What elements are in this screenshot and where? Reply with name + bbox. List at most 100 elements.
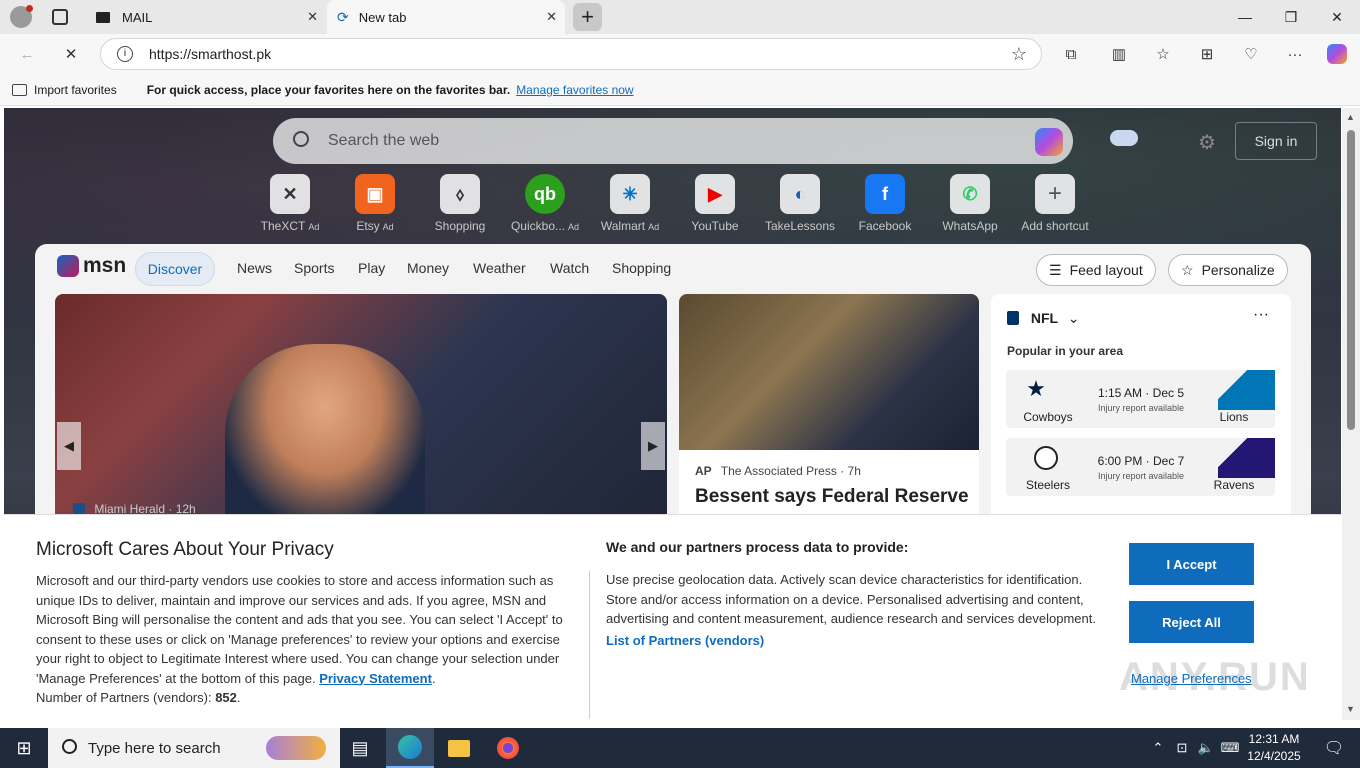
favorites-icon[interactable]: ☆ — [1148, 40, 1178, 68]
shortcut-quickbooks[interactable]: qb Quickbo... Ad — [503, 174, 587, 233]
scroll-thumb[interactable] — [1347, 130, 1355, 430]
ravens-logo-icon — [1218, 438, 1275, 478]
sign-in-button[interactable]: Sign in — [1235, 122, 1317, 160]
show-hidden-icons-icon[interactable]: ⌃ — [1146, 728, 1170, 768]
address-bar[interactable]: i https://smarthost.pk ☆ — [100, 38, 1042, 70]
close-icon[interactable]: ✕ — [546, 9, 557, 25]
taskbar-clock[interactable]: 12:31 AM 12/4/2025 — [1243, 731, 1305, 765]
url-text[interactable]: https://smarthost.pk — [149, 46, 271, 62]
nav-shopping[interactable]: Shopping — [612, 260, 671, 276]
collections-icon[interactable]: ⊞ — [1192, 40, 1222, 68]
scroll-down-icon[interactable]: ▼ — [1346, 704, 1355, 714]
import-favorites-button[interactable]: Import favorites — [34, 83, 117, 97]
web-search-box[interactable]: Search the web — [273, 118, 1073, 164]
shortcut-add[interactable]: + Add shortcut — [1013, 174, 1097, 233]
stop-loading-icon[interactable]: ✕ — [56, 40, 86, 68]
tab-label: New tab — [358, 9, 407, 25]
game-card[interactable]: ★ Cowboys 1:15 AM · Dec 5 Injury report … — [1006, 370, 1275, 428]
start-windows-icon[interactable]: ⊞ — [0, 728, 48, 768]
star-icon: ☆ — [1181, 261, 1194, 278]
firefox-icon[interactable] — [484, 728, 532, 768]
tab-actions-icon[interactable] — [52, 9, 68, 25]
story-title[interactable]: Bessent says Federal Reserve — [695, 486, 969, 508]
shortcut-whatsapp[interactable]: ✆ WhatsApp — [928, 174, 1012, 233]
taskbar-search[interactable]: Type here to search — [48, 728, 340, 768]
file-explorer-icon[interactable] — [435, 728, 483, 768]
feed-layout-button[interactable]: ☰ Feed layout — [1036, 254, 1156, 286]
mail-icon — [96, 11, 110, 23]
nav-sports[interactable]: Sports — [294, 260, 334, 276]
nav-news[interactable]: News — [237, 260, 272, 276]
carousel-prev-button[interactable]: ◀ — [57, 422, 81, 470]
nav-money[interactable]: Money — [407, 260, 449, 276]
nav-watch[interactable]: Watch — [550, 260, 589, 276]
new-tab-button[interactable]: + — [573, 3, 602, 31]
game-card[interactable]: Steelers 6:00 PM · Dec 7 Injury report a… — [1006, 438, 1275, 496]
source-time: 7h — [847, 464, 861, 478]
copilot-search-icon[interactable] — [1035, 128, 1063, 156]
privacy-statement-link[interactable]: Privacy Statement — [319, 671, 432, 686]
close-icon[interactable]: ✕ — [307, 9, 318, 25]
close-window-button[interactable]: ✕ — [1314, 0, 1360, 34]
carousel-next-button[interactable]: ▶ — [641, 422, 665, 470]
nfl-title: NFL — [1030, 310, 1058, 326]
nfl-header[interactable]: NFL ⌄ — [1007, 310, 1079, 327]
list-of-partners-link[interactable]: List of Partners (vendors) — [606, 633, 764, 648]
nfl-widget: NFL ⌄ ··· Popular in your area ★ Cowboys… — [991, 294, 1291, 524]
manage-preferences-link[interactable]: Manage Preferences — [1131, 671, 1252, 686]
weather-cloud-icon[interactable] — [1110, 130, 1138, 146]
volume-icon[interactable]: 🔈 — [1194, 728, 1218, 768]
edge-taskbar-icon[interactable] — [386, 728, 434, 768]
minimize-button[interactable]: — — [1222, 0, 1268, 34]
copilot-icon[interactable] — [1322, 40, 1352, 68]
extensions-icon[interactable]: ⧉ — [1056, 40, 1086, 68]
back-icon[interactable]: ← — [12, 40, 42, 68]
msn-butterfly-icon — [57, 255, 79, 277]
msn-logo-text: msn — [83, 254, 127, 277]
settings-gear-icon[interactable]: ⚙ — [1198, 130, 1216, 155]
reject-all-button[interactable]: Reject All — [1129, 601, 1254, 643]
partners-count: 852 — [215, 690, 237, 705]
browser-essentials-icon[interactable]: ♡ — [1236, 40, 1266, 68]
ad-label: Ad — [648, 222, 660, 232]
shortcut-thexct[interactable]: ✕ TheXCT Ad — [248, 174, 332, 233]
nav-discover[interactable]: Discover — [135, 252, 215, 286]
more-menu-icon[interactable]: ··· — [1280, 40, 1310, 68]
network-icon[interactable]: ⊡ — [1170, 728, 1194, 768]
import-favorites-icon[interactable] — [12, 83, 27, 96]
taskbar-search-input[interactable]: Type here to search — [88, 740, 221, 757]
thexct-icon: ✕ — [270, 174, 310, 214]
manage-favorites-link[interactable]: Manage favorites now — [516, 83, 633, 97]
clock-time: 12:31 AM — [1248, 732, 1300, 746]
accept-button[interactable]: I Accept — [1129, 543, 1254, 585]
more-options-icon[interactable]: ··· — [1253, 306, 1269, 324]
scroll-up-icon[interactable]: ▲ — [1346, 112, 1355, 122]
shortcut-label: Etsy — [356, 219, 380, 233]
notifications-icon[interactable]: 🗨 — [1310, 728, 1358, 768]
shortcut-shopping[interactable]: ⬨ Shopping — [418, 174, 502, 233]
tab-mail[interactable]: MAIL ✕ — [86, 0, 326, 34]
restore-button[interactable]: ❐ — [1268, 0, 1314, 34]
hero-story-card[interactable]: ◀ ▶ Miami Herald · 12h — [55, 294, 667, 524]
search-input[interactable]: Search the web — [328, 132, 439, 150]
input-indicator-icon[interactable]: ⌨ — [1218, 728, 1242, 768]
split-screen-icon[interactable]: ▥ — [1104, 40, 1134, 68]
nav-play[interactable]: Play — [358, 260, 385, 276]
shortcut-label: TakeLessons — [764, 219, 836, 233]
shortcut-facebook[interactable]: f Facebook — [843, 174, 927, 233]
site-info-icon[interactable]: i — [117, 46, 133, 62]
page-scrollbar[interactable]: ▲ ▼ — [1342, 108, 1360, 720]
msn-logo[interactable]: msn — [57, 254, 126, 278]
tab-new-tab[interactable]: ⟳ New tab ✕ — [327, 0, 565, 34]
favorite-star-icon[interactable]: ☆ — [1011, 44, 1027, 65]
shortcut-etsy[interactable]: ▣ Etsy Ad — [333, 174, 417, 233]
shortcut-takelessons[interactable]: ◐ TakeLessons — [758, 174, 842, 233]
story-card[interactable]: AP The Associated Press · 7h Bessent say… — [679, 294, 979, 524]
notification-dot — [26, 5, 33, 12]
nav-weather[interactable]: Weather — [473, 260, 526, 276]
shortcut-walmart[interactable]: ✳ Walmart Ad — [588, 174, 672, 233]
personalize-button[interactable]: ☆ Personalize — [1168, 254, 1288, 286]
ad-label: Ad — [308, 222, 320, 232]
task-view-icon[interactable]: ▤ — [336, 728, 384, 768]
shortcut-youtube[interactable]: ▶ YouTube — [673, 174, 757, 233]
